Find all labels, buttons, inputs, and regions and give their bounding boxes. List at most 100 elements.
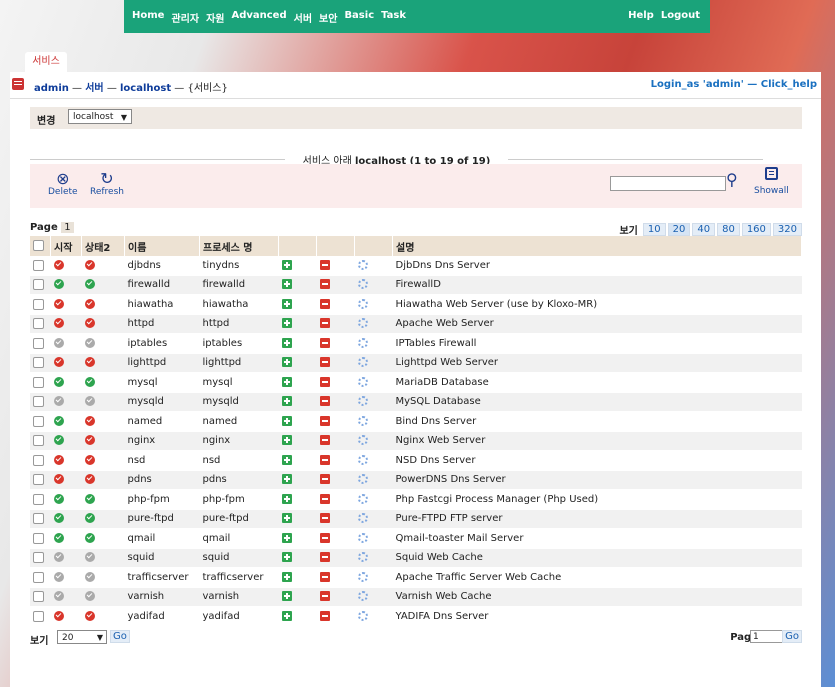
page-size-160[interactable]: 160	[741, 223, 771, 236]
start-service-icon[interactable]	[281, 493, 292, 504]
stop-service-icon[interactable]	[319, 474, 330, 485]
row-checkbox[interactable]	[33, 259, 44, 271]
restart-service-icon[interactable]	[357, 376, 368, 387]
stop-service-icon[interactable]	[319, 415, 330, 426]
breadcrumb-host[interactable]: localhost	[120, 83, 171, 94]
row-checkbox[interactable]	[33, 357, 44, 368]
run-status-icon[interactable]	[84, 357, 95, 368]
restart-service-icon[interactable]	[357, 571, 368, 582]
start-service-icon[interactable]	[281, 552, 292, 563]
start-service-icon[interactable]	[281, 513, 292, 524]
nav-item-5[interactable]: 보안	[319, 10, 337, 25]
restart-service-icon[interactable]	[357, 552, 368, 563]
row-checkbox[interactable]	[33, 435, 44, 446]
start-service-icon[interactable]	[281, 259, 292, 270]
stop-service-icon[interactable]	[319, 259, 330, 270]
search-icon[interactable]: ⚲	[726, 170, 738, 189]
run-status-icon[interactable]	[84, 571, 95, 582]
start-status-icon[interactable]	[53, 454, 64, 465]
start-status-icon[interactable]	[53, 571, 64, 582]
restart-service-icon[interactable]	[357, 259, 368, 270]
restart-service-icon[interactable]	[357, 591, 368, 602]
start-service-icon[interactable]	[281, 337, 292, 348]
start-service-icon[interactable]	[281, 435, 292, 446]
server-select[interactable]: localhost ▼	[68, 109, 132, 124]
stop-service-icon[interactable]	[319, 435, 330, 446]
row-checkbox[interactable]	[33, 318, 44, 329]
page-size-320[interactable]: 320	[772, 223, 802, 236]
nav-item-logout[interactable]: Logout	[661, 10, 700, 21]
search-input[interactable]	[610, 176, 726, 191]
start-status-icon[interactable]	[53, 337, 64, 348]
start-service-icon[interactable]	[281, 571, 292, 582]
stop-service-icon[interactable]	[319, 337, 330, 348]
column-header-7[interactable]: 설명	[392, 236, 802, 256]
stop-service-icon[interactable]	[319, 571, 330, 582]
restart-service-icon[interactable]	[357, 337, 368, 348]
stop-service-icon[interactable]	[319, 552, 330, 563]
start-service-icon[interactable]	[281, 318, 292, 329]
row-checkbox[interactable]	[33, 376, 44, 388]
column-header-3[interactable]: 프로세스 명	[199, 236, 279, 256]
column-header-6[interactable]	[354, 236, 393, 256]
column-header-4[interactable]	[278, 236, 317, 256]
stop-service-icon[interactable]	[319, 318, 330, 329]
start-status-icon[interactable]	[53, 435, 64, 446]
nav-item-2[interactable]: 자원	[206, 10, 224, 25]
restart-service-icon[interactable]	[357, 435, 368, 446]
start-service-icon[interactable]	[281, 474, 292, 485]
page-number[interactable]: 1	[61, 222, 74, 233]
row-checkbox[interactable]	[33, 532, 44, 544]
nav-item-help[interactable]: Help	[628, 10, 654, 21]
page-size-select[interactable]: 20 ▼	[57, 630, 107, 644]
start-status-icon[interactable]	[53, 259, 64, 270]
column-header-5[interactable]	[316, 236, 355, 256]
start-status-icon[interactable]	[53, 513, 64, 524]
row-checkbox[interactable]	[33, 279, 44, 290]
run-status-icon[interactable]	[84, 376, 95, 387]
run-status-icon[interactable]	[84, 493, 95, 504]
start-status-icon[interactable]	[53, 591, 64, 602]
start-status-icon[interactable]	[53, 357, 64, 368]
restart-service-icon[interactable]	[357, 357, 368, 368]
start-status-icon[interactable]	[53, 552, 64, 563]
stop-service-icon[interactable]	[319, 454, 330, 465]
start-service-icon[interactable]	[281, 610, 292, 621]
run-status-icon[interactable]	[84, 279, 95, 290]
start-service-icon[interactable]	[281, 357, 292, 368]
row-checkbox[interactable]	[33, 298, 44, 310]
row-checkbox[interactable]	[33, 513, 44, 524]
run-status-icon[interactable]	[84, 552, 95, 563]
go-button[interactable]: Go	[110, 630, 130, 643]
showall-icon[interactable]	[765, 167, 778, 180]
page-size-40[interactable]: 40	[692, 223, 716, 236]
restart-service-icon[interactable]	[357, 279, 368, 290]
row-checkbox[interactable]	[33, 552, 44, 563]
breadcrumb-server[interactable]: 서버	[85, 83, 103, 94]
nav-item-3[interactable]: Advanced	[231, 10, 286, 25]
row-checkbox[interactable]	[33, 474, 44, 485]
restart-service-icon[interactable]	[357, 415, 368, 426]
column-header-1[interactable]: 상태2	[81, 236, 125, 256]
select-all-checkbox[interactable]	[33, 240, 44, 252]
run-status-icon[interactable]	[84, 454, 95, 465]
run-status-icon[interactable]	[84, 532, 95, 543]
restart-service-icon[interactable]	[357, 318, 368, 329]
start-status-icon[interactable]	[53, 610, 64, 621]
run-status-icon[interactable]	[84, 591, 95, 602]
refresh-button[interactable]: ↻ Refresh	[90, 171, 124, 198]
start-status-icon[interactable]	[53, 493, 64, 504]
start-service-icon[interactable]	[281, 279, 292, 290]
nav-item-6[interactable]: Basic	[344, 10, 374, 25]
stop-service-icon[interactable]	[319, 513, 330, 524]
run-status-icon[interactable]	[84, 513, 95, 524]
row-checkbox[interactable]	[33, 610, 44, 622]
restart-service-icon[interactable]	[357, 396, 368, 407]
start-service-icon[interactable]	[281, 396, 292, 407]
tab-services[interactable]: 서비스	[25, 52, 67, 72]
restart-service-icon[interactable]	[357, 610, 368, 621]
page-size-10[interactable]: 10	[642, 223, 666, 236]
run-status-icon[interactable]	[84, 610, 95, 621]
row-checkbox[interactable]	[33, 396, 44, 407]
row-checkbox[interactable]	[33, 454, 44, 466]
